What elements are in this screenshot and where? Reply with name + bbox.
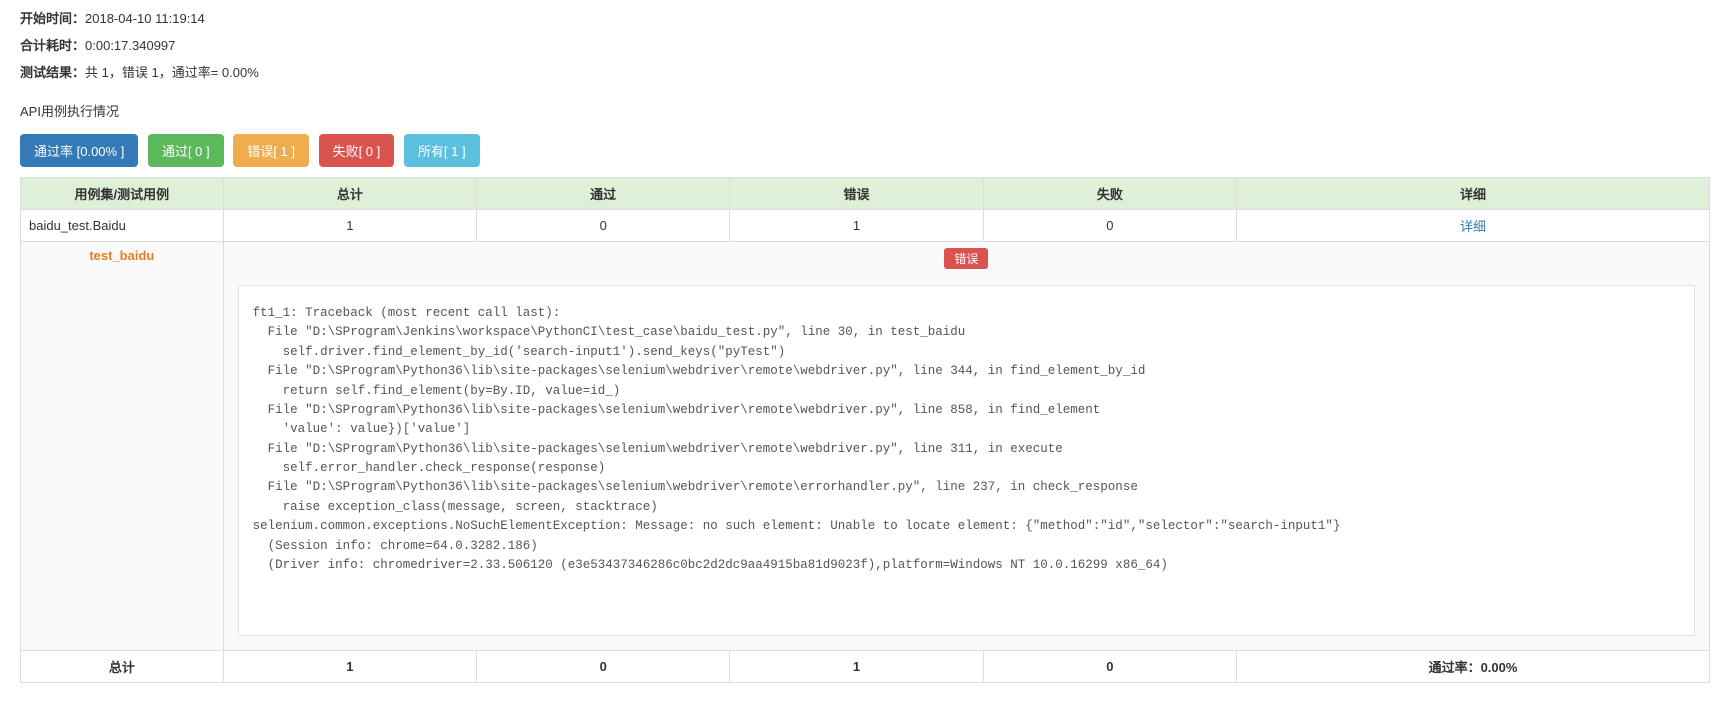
start-time-line: 开始时间：2018-04-10 11:19:14: [20, 8, 1710, 27]
header-total: 总计: [223, 178, 476, 210]
footer-row: 总计 1 0 1 0 通过率：0.00%: [21, 651, 1710, 683]
fail-filter-button[interactable]: 失败[ 0 ]: [319, 134, 395, 167]
elapsed-line: 合计耗时：0:00:17.340997: [20, 35, 1710, 54]
result-line: 测试结果：共 1，错误 1，通过率= 0.00%: [20, 62, 1710, 81]
suite-name: baidu_test.Baidu: [21, 210, 224, 242]
header-pass: 通过: [477, 178, 730, 210]
footer-total: 1: [223, 651, 476, 683]
footer-rate: 通过率：0.00%: [1237, 651, 1710, 683]
suite-detail-link[interactable]: 详细: [1460, 219, 1486, 234]
footer-label: 总计: [21, 651, 224, 683]
header-detail: 详细: [1237, 178, 1710, 210]
meta-block: 开始时间：2018-04-10 11:19:14 合计耗时：0:00:17.34…: [20, 8, 1710, 81]
suite-total: 1: [223, 210, 476, 242]
all-filter-button[interactable]: 所有[ 1 ]: [404, 134, 480, 167]
header-suite: 用例集/测试用例: [21, 178, 224, 210]
footer-error: 1: [730, 651, 983, 683]
traceback-text: ft1_1: Traceback (most recent call last)…: [239, 286, 1694, 635]
traceback-box: ft1_1: Traceback (most recent call last)…: [238, 285, 1695, 636]
elapsed-label: 合计耗时：: [20, 38, 85, 53]
suite-row: baidu_test.Baidu 1 0 1 0 详细: [21, 210, 1710, 242]
error-filter-button[interactable]: 错误[ 1 ]: [233, 134, 309, 167]
elapsed-value: 0:00:17.340997: [85, 38, 175, 53]
header-fail: 失败: [983, 178, 1236, 210]
footer-fail: 0: [983, 651, 1236, 683]
footer-pass: 0: [477, 651, 730, 683]
table-header-row: 用例集/测试用例 总计 通过 错误 失败 详细: [21, 178, 1710, 210]
case-error-badge[interactable]: 错误: [944, 248, 988, 269]
suite-fail: 0: [983, 210, 1236, 242]
case-badge-wrap: 错误: [224, 242, 1709, 275]
suite-pass: 0: [477, 210, 730, 242]
header-error: 错误: [730, 178, 983, 210]
pass-rate-button[interactable]: 通过率 [0.00% ]: [20, 134, 138, 167]
section-title: API用例执行情况: [20, 101, 1710, 120]
case-name: test_baidu: [21, 242, 224, 651]
result-label: 测试结果：: [20, 65, 85, 80]
start-time-value: 2018-04-10 11:19:14: [85, 11, 205, 26]
suite-error: 1: [730, 210, 983, 242]
case-row: test_baidu 错误 ft1_1: Traceback (most rec…: [21, 242, 1710, 651]
result-value: 共 1，错误 1，通过率= 0.00%: [85, 65, 259, 80]
pass-filter-button[interactable]: 通过[ 0 ]: [148, 134, 224, 167]
filter-button-row: 通过率 [0.00% ] 通过[ 0 ] 错误[ 1 ] 失败[ 0 ] 所有[…: [20, 134, 1710, 167]
suite-detail-cell: 详细: [1237, 210, 1710, 242]
report-table: 用例集/测试用例 总计 通过 错误 失败 详细 baidu_test.Baidu…: [20, 177, 1710, 683]
case-body-cell: 错误 ft1_1: Traceback (most recent call la…: [223, 242, 1709, 651]
start-time-label: 开始时间：: [20, 11, 85, 26]
